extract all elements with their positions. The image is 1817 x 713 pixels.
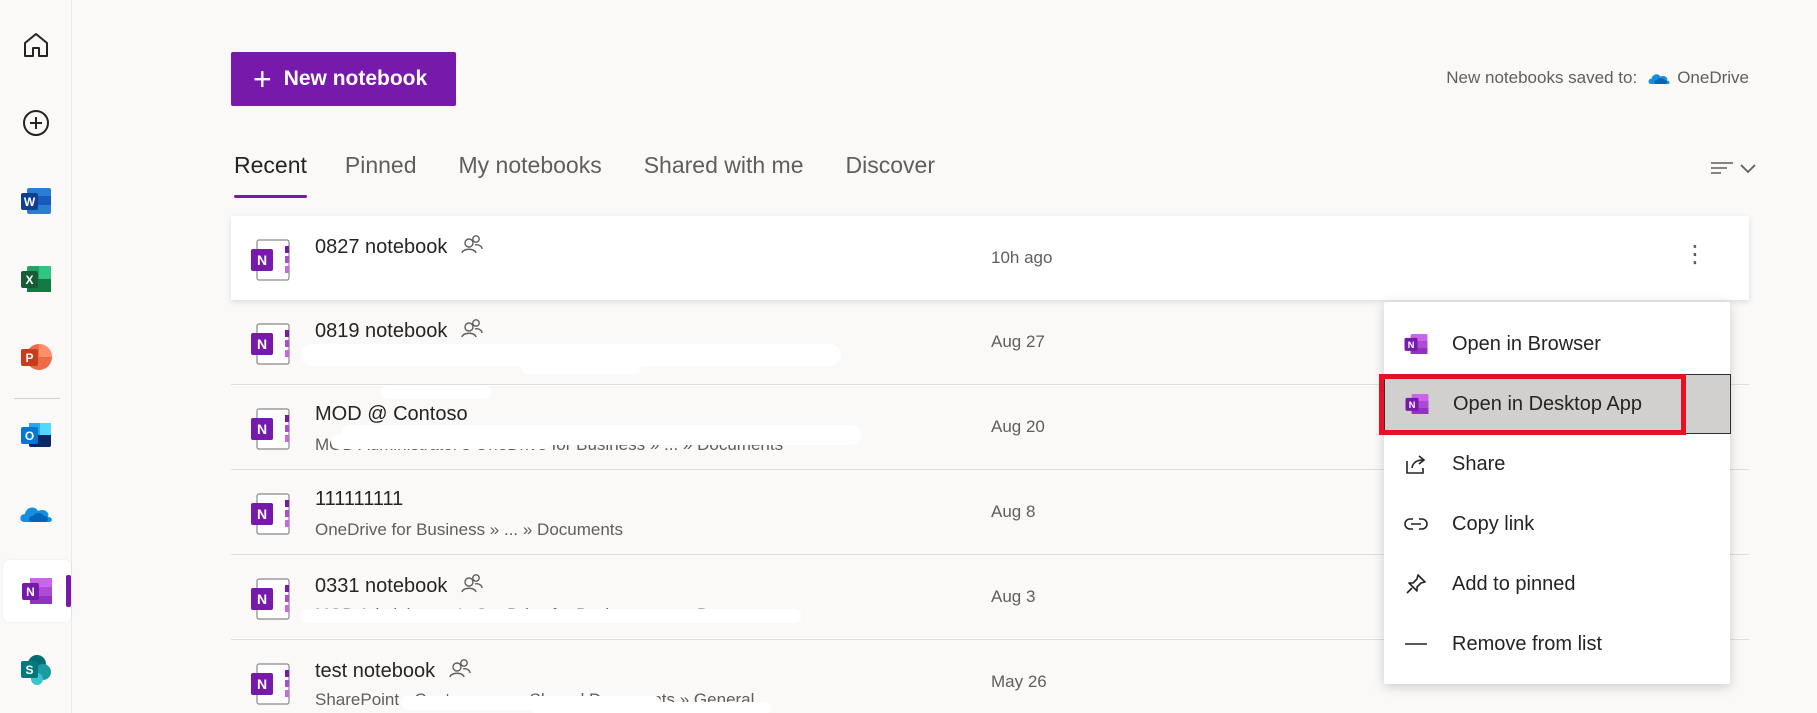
- word-icon[interactable]: W: [0, 170, 72, 232]
- notebook-title-text: test notebook: [315, 659, 436, 682]
- menu-add-to-pinned[interactable]: Add to pinned: [1384, 554, 1730, 614]
- onenote-icon: N: [1403, 390, 1431, 418]
- menu-open-in-browser[interactable]: N Open in Browser: [1384, 314, 1730, 374]
- notebook-date: Aug 8: [991, 502, 1036, 521]
- notebook-title: 111111111: [315, 488, 403, 511]
- save-location-label: New notebooks saved to:: [1446, 68, 1638, 87]
- new-notebook-button[interactable]: + New notebook: [231, 52, 456, 106]
- rail-separator: [14, 398, 60, 399]
- notebook-title-text: 0827 notebook: [315, 235, 448, 258]
- menu-item-label: Remove from list: [1452, 632, 1603, 655]
- share-icon: [1402, 450, 1430, 478]
- notebook-title-text: 0819 notebook: [315, 319, 448, 342]
- outlook-icon[interactable]: O: [0, 404, 72, 466]
- notebook-title: 0331 notebook: [315, 573, 484, 599]
- notebook-title: test notebook: [315, 658, 471, 684]
- menu-copy-link[interactable]: Copy link: [1384, 494, 1730, 554]
- svg-text:N: N: [1408, 340, 1415, 350]
- svg-text:X: X: [25, 273, 33, 287]
- notebook-icon: N: [251, 577, 293, 626]
- tab-recent[interactable]: Recent: [234, 152, 307, 198]
- onedrive-icon: [1648, 74, 1670, 84]
- menu-remove-from-list[interactable]: Remove from list: [1384, 614, 1730, 674]
- redaction-mark: [381, 385, 491, 399]
- svg-text:O: O: [25, 429, 34, 443]
- excel-icon[interactable]: X: [0, 248, 72, 310]
- app-rail: W X P O N S: [0, 0, 72, 713]
- svg-text:N: N: [257, 506, 267, 522]
- new-notebook-label: New notebook: [283, 67, 428, 90]
- notebook-date: Aug 3: [991, 587, 1036, 606]
- redaction-mark: [521, 362, 641, 374]
- redaction-mark: [531, 702, 771, 713]
- notebook-path: OneDrive for Business » ... » Documents: [315, 520, 624, 539]
- chevron-down-icon: [1740, 164, 1756, 174]
- svg-text:N: N: [257, 421, 267, 437]
- more-options-icon[interactable]: ⋮: [1683, 240, 1707, 269]
- svg-text:N: N: [257, 252, 267, 268]
- redaction-mark: [331, 435, 551, 449]
- onenote-icon: N: [1402, 330, 1430, 358]
- notebook-icon: N: [251, 322, 293, 371]
- redaction-mark: [301, 609, 801, 623]
- notebook-title: MOD @ Contoso: [315, 403, 468, 426]
- svg-text:N: N: [26, 585, 35, 599]
- plus-icon: +: [253, 61, 272, 97]
- notebook-title-text: 0331 notebook: [315, 574, 448, 597]
- tab-shared-with-me[interactable]: Shared with me: [644, 152, 804, 194]
- notebook-date: Aug 20: [991, 417, 1045, 436]
- notebook-date: May 26: [991, 672, 1047, 691]
- notebook-icon: N: [251, 407, 293, 456]
- menu-open-in-desktop-app[interactable]: N Open in Desktop App: [1384, 374, 1731, 434]
- svg-text:N: N: [257, 676, 267, 692]
- link-icon: [1402, 510, 1430, 538]
- svg-text:S: S: [25, 663, 33, 677]
- svg-text:W: W: [24, 195, 36, 209]
- onenote-icon[interactable]: N: [3, 560, 71, 622]
- notebook-title-text: 111111111: [315, 488, 404, 510]
- save-location-name: OneDrive: [1677, 68, 1749, 87]
- notebook-tabs: Recent Pinned My notebooks Shared with m…: [234, 152, 977, 198]
- create-icon[interactable]: [0, 92, 72, 154]
- notebook-icon: N: [251, 662, 293, 711]
- tab-pinned[interactable]: Pinned: [345, 152, 417, 194]
- redaction-mark: [311, 268, 731, 280]
- save-location-link[interactable]: OneDrive: [1647, 68, 1749, 88]
- svg-text:N: N: [1409, 400, 1416, 410]
- notebook-icon: N: [251, 492, 293, 541]
- notebook-date: Aug 27: [991, 332, 1045, 351]
- menu-share[interactable]: Share: [1384, 434, 1730, 494]
- sort-button[interactable]: [1709, 158, 1757, 178]
- notebook-date: 10h ago: [991, 248, 1053, 267]
- menu-item-label: Add to pinned: [1452, 572, 1576, 595]
- shared-icon: [461, 318, 484, 344]
- svg-text:N: N: [257, 336, 267, 352]
- powerpoint-icon[interactable]: P: [0, 326, 72, 388]
- svg-text:P: P: [25, 351, 33, 365]
- menu-item-label: Share: [1452, 452, 1506, 475]
- menu-item-label: Copy link: [1452, 512, 1535, 535]
- tab-discover[interactable]: Discover: [846, 152, 935, 194]
- context-menu: N Open in Browser N Open in Desktop App …: [1384, 302, 1731, 684]
- shared-icon: [449, 658, 471, 684]
- remove-icon: [1402, 630, 1430, 658]
- tab-my-notebooks[interactable]: My notebooks: [459, 152, 602, 194]
- shared-icon: [461, 234, 484, 260]
- menu-item-label: Open in Desktop App: [1453, 392, 1643, 415]
- notebook-title: 0827 notebook: [315, 234, 484, 260]
- notebook-title-text: MOD @ Contoso: [315, 403, 468, 425]
- notebook-icon: N: [251, 238, 293, 287]
- notebook-title: 0819 notebook: [315, 318, 484, 344]
- save-location: New notebooks saved to: OneDrive: [1446, 68, 1749, 88]
- home-icon[interactable]: [0, 14, 72, 76]
- svg-text:N: N: [257, 591, 267, 607]
- sort-icon: [1711, 162, 1733, 174]
- shared-icon: [461, 573, 484, 599]
- sharepoint-icon[interactable]: S: [0, 638, 72, 700]
- menu-item-label: Open in Browser: [1452, 332, 1601, 355]
- onedrive-icon[interactable]: [0, 482, 72, 544]
- active-indicator: [66, 575, 71, 607]
- notebook-row[interactable]: N 0827 notebook 10h ago ⋮: [231, 216, 1749, 300]
- pin-icon: [1402, 570, 1430, 598]
